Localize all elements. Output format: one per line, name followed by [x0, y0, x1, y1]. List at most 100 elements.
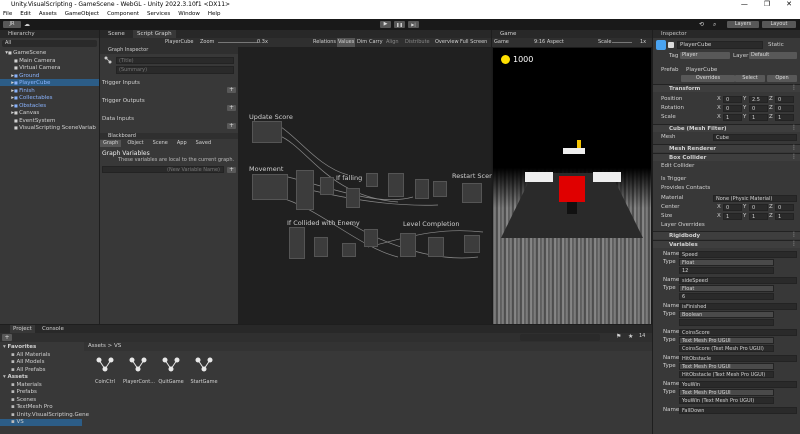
layout-dropdown[interactable]: Layout: [762, 21, 796, 28]
step-button[interactable]: ▶|: [408, 21, 419, 28]
menu-edit[interactable]: Edit: [20, 10, 31, 19]
tab-console[interactable]: Console: [42, 325, 64, 333]
var-value-field[interactable]: YouWin (Text Mesh Pro UGUI): [679, 397, 774, 404]
var-type-dropdown[interactable]: Text Mesh Pro UGUI: [679, 363, 774, 370]
hierarchy-search[interactable]: All: [2, 40, 97, 47]
graph-summary-input[interactable]: (Summary): [116, 66, 234, 74]
hierarchy-item[interactable]: ▸ ■ Ground: [0, 72, 99, 79]
component-menu-icon[interactable]: ⋮: [791, 144, 797, 151]
box-collider-header[interactable]: Box Collider: [653, 153, 800, 161]
graph-node[interactable]: [462, 183, 482, 203]
close-button[interactable]: ✕: [786, 0, 792, 8]
component-menu-icon[interactable]: ⋮: [791, 231, 797, 238]
var-value-field[interactable]: 6: [679, 293, 774, 300]
asset-item[interactable]: StartGame: [189, 355, 219, 385]
tab-game[interactable]: Game: [492, 30, 652, 38]
graph-node[interactable]: [289, 227, 305, 259]
star-icon[interactable]: ★: [628, 333, 633, 340]
menu-assets[interactable]: Assets: [39, 10, 57, 19]
graph-node[interactable]: [252, 174, 288, 200]
graph-title-input[interactable]: (Title): [116, 57, 234, 64]
var-name-field[interactable]: CoinsScore: [679, 329, 797, 336]
mesh-field[interactable]: Cube: [713, 134, 797, 141]
project-tree-item[interactable]: ▪ TextMesh Pro: [0, 404, 82, 411]
graph-node[interactable]: [464, 235, 480, 253]
tab-project[interactable]: Project: [10, 325, 35, 333]
game-viewport[interactable]: 1000: [493, 48, 651, 324]
asset-item[interactable]: CoinCtrl: [90, 355, 120, 385]
vector-y-field[interactable]: 2.5: [749, 96, 768, 103]
mesh-renderer-header[interactable]: Mesh Renderer: [653, 144, 800, 152]
vector-z-field[interactable]: 1: [775, 114, 794, 121]
var-name-field[interactable]: FallDown: [679, 407, 797, 414]
vector-x-field[interactable]: 0: [723, 105, 742, 112]
asset-item[interactable]: QuitGame: [156, 355, 186, 385]
var-value-field[interactable]: [679, 319, 774, 326]
project-tree-item[interactable]: ▪ Scenes: [0, 397, 82, 404]
cloud-icon[interactable]: ☁: [24, 21, 30, 28]
pause-button[interactable]: ❚❚: [394, 21, 405, 28]
var-type-dropdown[interactable]: Text Mesh Pro UGUI: [679, 337, 774, 344]
var-value-field[interactable]: HitObstacle (Text Mesh Pro UGUI): [679, 371, 774, 378]
graph-inspector-scrollbar[interactable]: [228, 47, 238, 122]
vector-x-field[interactable]: 1: [723, 213, 742, 220]
tab-bb-app[interactable]: App: [171, 140, 190, 147]
distribute-dropdown[interactable]: Distribute: [405, 38, 430, 47]
minimize-button[interactable]: —: [741, 0, 748, 8]
graph-node[interactable]: [320, 177, 334, 195]
project-tree-item[interactable]: ▪ All Models: [0, 359, 82, 366]
graph-node[interactable]: [388, 173, 404, 197]
vector-y-field[interactable]: 0: [749, 204, 768, 211]
vector-z-field[interactable]: 0: [775, 105, 794, 112]
group-level-completion[interactable]: Level Completion: [403, 220, 459, 228]
tab-script-graph[interactable]: Script Graph: [133, 30, 176, 38]
tab-bb-object[interactable]: Object: [121, 140, 146, 147]
tab-bb-scene[interactable]: Scene: [147, 140, 171, 147]
vector-x-field[interactable]: 0: [723, 204, 742, 211]
component-menu-icon[interactable]: ⋮: [791, 84, 797, 91]
var-type-dropdown[interactable]: Text Mesh Pro UGUI: [679, 389, 774, 396]
var-name-field[interactable]: isFinished: [679, 303, 797, 310]
vector-x-field[interactable]: 1: [723, 114, 742, 121]
group-if-collided[interactable]: If Collided with Enemy: [287, 219, 360, 227]
project-tree-item[interactable]: ▪ All Materials: [0, 352, 82, 359]
variables-header[interactable]: Variables: [653, 240, 800, 248]
play-button[interactable]: ▶: [380, 21, 391, 28]
zoom-slider[interactable]: [218, 42, 258, 43]
hierarchy-item[interactable]: ■ VisualScripting SceneVariab: [0, 124, 99, 131]
graph-canvas[interactable]: Update Score Movement If falling Restart…: [238, 47, 491, 324]
project-tree-item[interactable]: ▪ Prefabs: [0, 389, 82, 396]
account-button[interactable]: JR: [3, 21, 21, 28]
var-type-dropdown[interactable]: Float: [679, 285, 774, 292]
new-variable-input[interactable]: (New Variable Name): [102, 166, 224, 173]
menu-help[interactable]: Help: [208, 10, 221, 19]
graph-node[interactable]: [400, 233, 416, 257]
hierarchy-tab[interactable]: Hierarchy: [0, 30, 99, 38]
filter-icon[interactable]: ⚑: [616, 333, 621, 340]
rigidbody-header[interactable]: Rigidbody: [653, 231, 800, 239]
project-breadcrumb[interactable]: Assets > VS: [84, 342, 652, 351]
carry-toggle[interactable]: Carry: [369, 38, 383, 47]
project-tree-item[interactable]: ▪ VS: [0, 419, 82, 426]
material-field[interactable]: None (Physic Material): [713, 195, 797, 202]
vector-z-field[interactable]: 1: [775, 213, 794, 220]
component-menu-icon[interactable]: ⋮: [791, 153, 797, 160]
graph-node[interactable]: [366, 173, 378, 187]
transform-header[interactable]: Transform: [653, 84, 800, 92]
menu-services[interactable]: Services: [147, 10, 170, 19]
var-value-field[interactable]: 12: [679, 267, 774, 274]
graph-node[interactable]: [346, 188, 360, 208]
graph-node[interactable]: [314, 237, 328, 257]
project-tree-item[interactable]: ▪ All Prefabs: [0, 367, 82, 374]
vector-y-field[interactable]: 1: [749, 213, 768, 220]
hierarchy-item[interactable]: ▸ ■ Collectables: [0, 94, 99, 101]
graph-node[interactable]: [342, 243, 356, 257]
hierarchy-item[interactable]: ▸ ■ Finish: [0, 87, 99, 94]
hierarchy-item[interactable]: ▸ ■ PlayerCube: [0, 79, 99, 86]
menu-component[interactable]: Component: [107, 10, 139, 19]
relations-toggle[interactable]: Relations: [313, 38, 336, 47]
group-update-score[interactable]: Update Score: [249, 113, 293, 121]
component-menu-icon[interactable]: ⋮: [791, 124, 797, 131]
var-name-field[interactable]: YouWin: [679, 381, 797, 388]
group-movement[interactable]: Movement: [249, 165, 283, 173]
